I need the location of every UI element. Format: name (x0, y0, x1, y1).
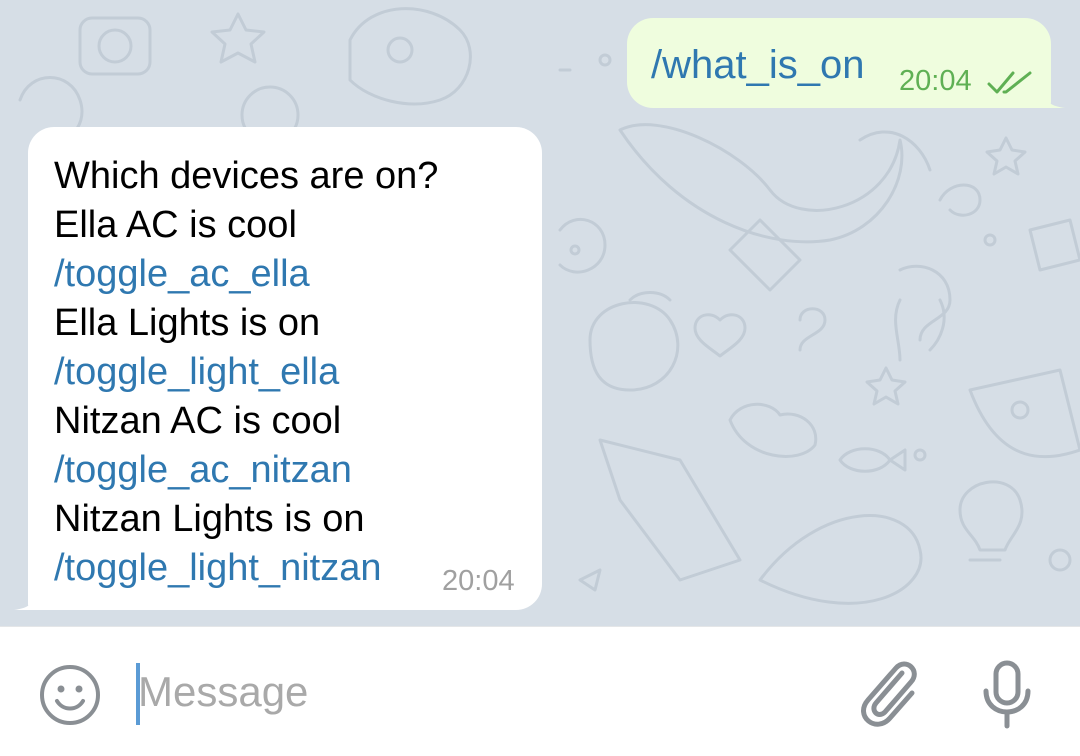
incoming-message-time: 20:04 (442, 565, 515, 597)
bot-command-link[interactable]: /toggle_light_nitzan (54, 544, 438, 593)
microphone-icon[interactable] (980, 659, 1034, 729)
bot-command-link[interactable]: /toggle_light_ella (54, 348, 438, 397)
chat-area[interactable]: /what_is_on 20:04 Which devices are on? … (0, 0, 1080, 626)
message-line: Which devices are on? (54, 155, 439, 197)
message-input[interactable] (138, 657, 818, 727)
outgoing-message-time: 20:04 (899, 65, 972, 97)
outgoing-message-bubble[interactable]: /what_is_on 20:04 (627, 18, 1065, 108)
incoming-bubble-tail (14, 588, 36, 610)
bot-command-link[interactable]: /toggle_ac_nitzan (54, 446, 438, 495)
message-line: Ella Lights is on (54, 302, 321, 344)
outgoing-message-text[interactable]: /what_is_on (651, 42, 864, 88)
attach-icon[interactable] (858, 659, 924, 729)
message-composer (0, 626, 1080, 756)
incoming-message-bubble[interactable]: Which devices are on? Ella AC is cool /t… (14, 127, 542, 610)
message-line: Nitzan Lights is on (54, 498, 365, 540)
outgoing-bubble-tail (1043, 86, 1065, 108)
message-line: Nitzan AC is cool (54, 400, 342, 442)
emoji-icon[interactable] (38, 663, 102, 727)
bot-command-link[interactable]: /toggle_ac_ella (54, 250, 438, 299)
message-line: Ella AC is cool (54, 204, 297, 246)
incoming-message-text: Which devices are on? Ella AC is cool /t… (54, 152, 438, 593)
double-check-icon (987, 71, 1032, 94)
